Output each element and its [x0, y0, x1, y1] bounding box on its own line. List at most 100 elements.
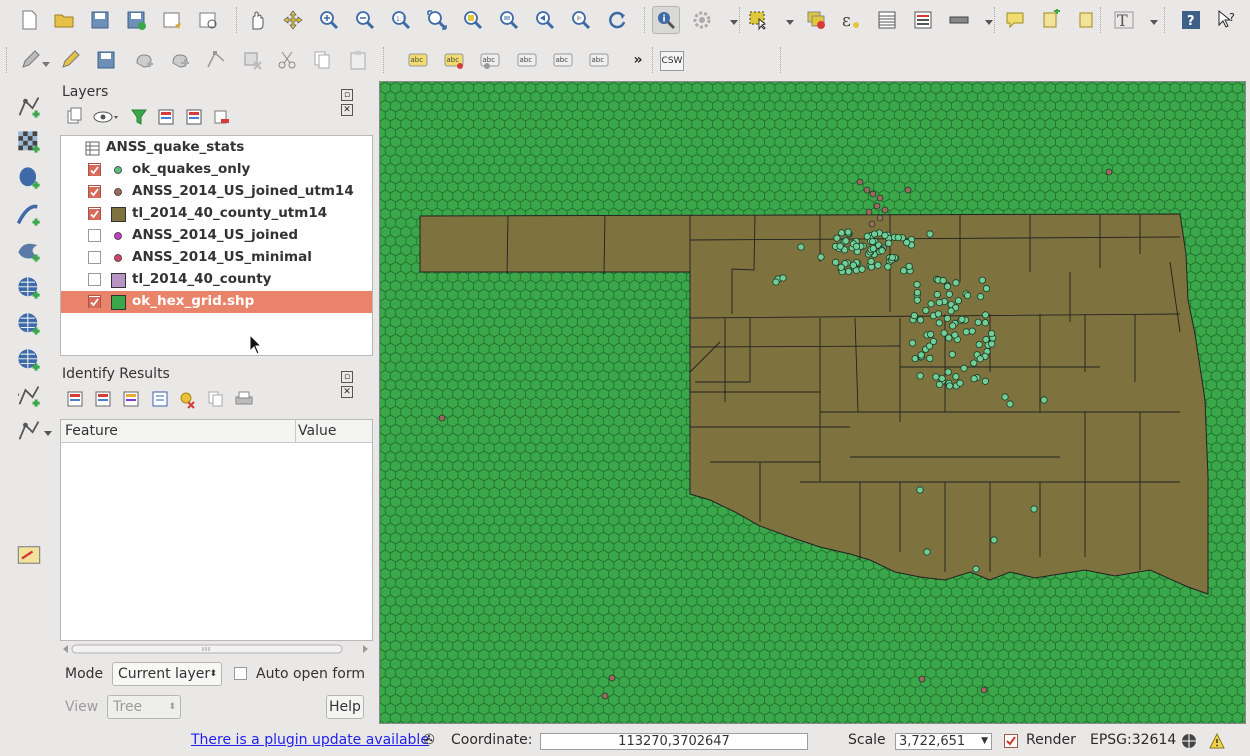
render-checkbox[interactable]: [1004, 734, 1018, 748]
expand-all-icon[interactable]: [158, 109, 174, 125]
current-edits-button[interactable]: [16, 46, 44, 74]
delete-selected-button[interactable]: [238, 46, 266, 74]
label-button[interactable]: abc: [404, 46, 432, 74]
clear-results-icon[interactable]: [180, 392, 195, 409]
help-button[interactable]: Help: [326, 695, 364, 719]
deselect-button[interactable]: [802, 6, 830, 34]
layer-item[interactable]: ok_hex_grid.shp: [61, 291, 372, 313]
attribute-table-button[interactable]: [873, 6, 901, 34]
crs-globe-icon[interactable]: [1180, 732, 1198, 750]
zoom-next-button[interactable]: [567, 6, 595, 34]
cut-features-button[interactable]: [273, 46, 301, 74]
show-hide-labels-button[interactable]: abc: [513, 46, 541, 74]
node-tool-button[interactable]: [202, 46, 230, 74]
add-wcs-layer-button[interactable]: [14, 309, 44, 339]
zoom-out-button[interactable]: [351, 6, 379, 34]
identify-horizontal-scrollbar[interactable]: [60, 642, 371, 656]
refresh-button[interactable]: [603, 6, 631, 34]
statistics-button[interactable]: [909, 6, 937, 34]
field-calculator-button[interactable]: ε: [837, 6, 865, 34]
pan-to-selection-button[interactable]: [279, 6, 307, 34]
save-edits-button[interactable]: [92, 46, 120, 74]
float-panel-icon[interactable]: ▫: [341, 371, 353, 383]
scale-combo[interactable]: 3,722,651 ▼: [895, 733, 992, 750]
form-view-icon[interactable]: [152, 391, 168, 407]
plugin-update-link[interactable]: There is a plugin update available: [191, 732, 429, 748]
layer-visibility-checkbox[interactable]: [88, 251, 101, 264]
zoom-to-layer-button[interactable]: [495, 6, 523, 34]
add-wfs-layer-button[interactable]: [14, 345, 44, 375]
layer-visibility-checkbox[interactable]: [88, 163, 101, 176]
coordinate-toggle-icon[interactable]: ✇: [423, 732, 435, 748]
pan-button[interactable]: [243, 6, 271, 34]
layer-visibility-checkbox[interactable]: [88, 185, 101, 198]
add-postgis-layer-button[interactable]: [14, 163, 44, 193]
column-header-feature[interactable]: Feature: [61, 420, 296, 443]
more-tools-button[interactable]: »: [624, 46, 652, 74]
add-feature-button[interactable]: [130, 46, 158, 74]
identify-button[interactable]: i: [652, 6, 680, 34]
copy-result-icon[interactable]: [208, 391, 223, 407]
crs-status[interactable]: EPSG:32614: [1090, 732, 1176, 748]
new-bookmark-button[interactable]: [1037, 6, 1065, 34]
layer-visibility-checkbox[interactable]: [88, 229, 101, 242]
help-button[interactable]: ?: [1177, 6, 1205, 34]
dropdown-arrow-icon[interactable]: [786, 20, 794, 26]
zoom-full-button[interactable]: [423, 6, 451, 34]
add-delimited-text-button[interactable]: ,: [14, 381, 44, 411]
zoom-native-button[interactable]: 1:1: [387, 6, 415, 34]
composer-manager-button[interactable]: [194, 6, 222, 34]
zoom-in-button[interactable]: [315, 6, 343, 34]
add-spatialite-layer-button[interactable]: [14, 200, 44, 230]
add-group-icon[interactable]: [67, 107, 82, 124]
add-vector-layer-button[interactable]: [14, 92, 44, 122]
save-project-button[interactable]: [86, 6, 114, 34]
zoom-last-button[interactable]: [531, 6, 559, 34]
filter-legend-icon[interactable]: [131, 109, 147, 125]
pin-labels-button[interactable]: abc: [476, 46, 504, 74]
layer-item[interactable]: ANSS_quake_stats: [61, 137, 372, 159]
new-print-composer-button[interactable]: [158, 6, 186, 34]
add-wms-layer-button[interactable]: [14, 273, 44, 303]
move-label-button[interactable]: abc: [549, 46, 577, 74]
layer-visibility-checkbox[interactable]: [88, 295, 101, 308]
layer-item[interactable]: ANSS_2014_US_joined: [61, 225, 372, 247]
layer-item[interactable]: ANSS_2014_US_joined_utm14: [61, 181, 372, 203]
layer-item[interactable]: ANSS_2014_US_minimal: [61, 247, 372, 269]
dropdown-arrow-icon[interactable]: [985, 20, 993, 26]
map-view[interactable]: [380, 82, 1246, 724]
view-select[interactable]: Tree ⬍: [107, 695, 181, 719]
coordinate-field[interactable]: 113270,3702647: [540, 733, 808, 750]
toggle-editing-button[interactable]: [56, 46, 84, 74]
add-mssql-layer-button[interactable]: [14, 236, 44, 266]
map-canvas[interactable]: [379, 81, 1246, 724]
remove-layer-icon[interactable]: [214, 110, 229, 124]
csw-button[interactable]: CSW: [660, 51, 684, 71]
mode-select[interactable]: Current layer ⬍: [112, 662, 222, 686]
layer-item[interactable]: ok_quakes_only: [61, 159, 372, 181]
new-project-button[interactable]: [15, 6, 43, 34]
action-button[interactable]: [688, 6, 716, 34]
expand-tree-icon[interactable]: [67, 391, 83, 407]
map-tips-button[interactable]: [1001, 6, 1029, 34]
rotate-label-button[interactable]: abc: [585, 46, 613, 74]
layer-item[interactable]: tl_2014_40_county_utm14: [61, 203, 372, 225]
layer-visibility-checkbox[interactable]: [88, 207, 101, 220]
show-bookmarks-button[interactable]: [1073, 6, 1101, 34]
manage-visibility-icon[interactable]: [93, 111, 118, 123]
print-icon[interactable]: [235, 391, 253, 405]
move-feature-button[interactable]: [166, 46, 194, 74]
paste-features-button[interactable]: [344, 46, 372, 74]
messages-warning-icon[interactable]: [1208, 732, 1226, 750]
expand-new-results-icon[interactable]: [123, 391, 139, 407]
open-project-button[interactable]: [50, 6, 78, 34]
zoom-to-selection-button[interactable]: [459, 6, 487, 34]
select-features-button[interactable]: [744, 6, 772, 34]
dropdown-arrow-icon[interactable]: [1150, 20, 1158, 26]
collapse-all-icon[interactable]: [186, 109, 202, 125]
copy-features-button[interactable]: [308, 46, 336, 74]
float-panel-icon[interactable]: ▫: [341, 89, 353, 101]
label-layer-button[interactable]: abc: [440, 46, 468, 74]
dropdown-arrow-icon[interactable]: [730, 20, 738, 26]
identify-results-tree[interactable]: Feature Value: [60, 419, 373, 641]
